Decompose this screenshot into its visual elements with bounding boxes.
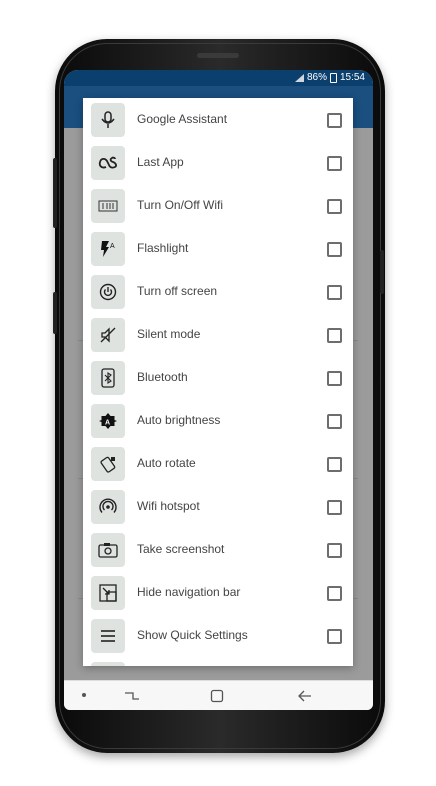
- list-item-silent-mode[interactable]: Silent mode: [83, 315, 353, 358]
- list-item-partial: [83, 659, 353, 666]
- navigation-bar: [64, 680, 373, 710]
- list-item-label: Bluetooth: [137, 370, 188, 384]
- hotspot-icon: [99, 498, 117, 513]
- checkbox[interactable]: [327, 199, 342, 214]
- svg-text:A: A: [105, 420, 110, 427]
- list-item-label: Hide navigation bar: [137, 585, 241, 599]
- checkbox[interactable]: [327, 156, 342, 171]
- auto-brightness-icon: A: [99, 413, 117, 429]
- checkbox[interactable]: [327, 457, 342, 472]
- list-item-label: Auto brightness: [137, 413, 221, 427]
- list-item-google-assistant[interactable]: Google Assistant: [83, 100, 353, 143]
- time: 15:54: [339, 72, 365, 83]
- checkbox[interactable]: [327, 586, 342, 601]
- list-item-label: Flashlight: [137, 241, 189, 255]
- microphone-icon: [101, 111, 115, 128]
- checkbox[interactable]: [327, 328, 342, 343]
- checkbox[interactable]: [327, 543, 342, 558]
- list-item-flashlight[interactable]: A Flashlight: [83, 229, 353, 272]
- power-icon: [99, 283, 117, 301]
- checkbox[interactable]: [327, 242, 342, 257]
- list-item-label: Turn off screen: [137, 284, 218, 298]
- list-item-wifi-toggle[interactable]: Turn On/Off Wifi: [83, 186, 353, 229]
- camera-icon: [98, 543, 118, 558]
- list-item-auto-brightness[interactable]: A Auto brightness: [83, 401, 353, 444]
- speaker-grille: [197, 53, 239, 58]
- power-button: [380, 250, 384, 294]
- list-item-label: Silent mode: [137, 327, 201, 341]
- list-item-label: Take screenshot: [137, 542, 225, 556]
- list-item-wifi-hotspot[interactable]: Wifi hotspot: [83, 487, 353, 530]
- battery-text: 86%: [306, 72, 327, 83]
- back-button[interactable]: [298, 690, 312, 702]
- screen: 86% 15:54 Google Assistant Last App Turn…: [64, 70, 373, 710]
- list-item-label: Google Assistant: [137, 112, 228, 126]
- recents-button[interactable]: [124, 690, 140, 702]
- checkbox[interactable]: [327, 500, 342, 515]
- menu-icon: [101, 630, 115, 642]
- list-item-bluetooth[interactable]: Bluetooth: [83, 358, 353, 401]
- list-item-label: Turn On/Off Wifi: [137, 198, 224, 212]
- list-item-label: Wifi hotspot: [137, 499, 200, 513]
- checkbox[interactable]: [327, 414, 342, 429]
- quick-action-dialog: Google Assistant Last App Turn On/Off Wi…: [83, 98, 353, 666]
- svg-text:A: A: [110, 243, 115, 250]
- checkbox[interactable]: [327, 371, 342, 386]
- bluetooth-icon: [101, 368, 115, 388]
- wifi-toggle-icon: [98, 200, 118, 212]
- hide-nav-icon: [99, 584, 117, 602]
- battery-icon: [329, 72, 337, 83]
- list-item-hide-navigation-bar[interactable]: Hide navigation bar: [83, 573, 353, 616]
- list-item-last-app[interactable]: Last App: [83, 143, 353, 186]
- flashlight-icon: A: [101, 241, 115, 257]
- checkbox[interactable]: [327, 113, 342, 128]
- signal-icon: [294, 73, 304, 82]
- list-item-label: Auto rotate: [137, 456, 196, 470]
- status-bar: 86% 15:54: [64, 70, 373, 86]
- home-button[interactable]: [210, 689, 224, 703]
- silent-icon: [100, 327, 116, 343]
- checkbox[interactable]: [327, 629, 342, 644]
- nav-dot-indicator: [82, 693, 86, 697]
- rotate-icon: [100, 456, 116, 473]
- bixby-button: [53, 292, 57, 334]
- list-item-turn-off-screen[interactable]: Turn off screen: [83, 272, 353, 315]
- list-item-auto-rotate[interactable]: Auto rotate: [83, 444, 353, 487]
- list-item-take-screenshot[interactable]: Take screenshot: [83, 530, 353, 573]
- list-item-show-quick-settings[interactable]: Show Quick Settings: [83, 616, 353, 659]
- list-item-label: Last App: [137, 155, 184, 169]
- checkbox[interactable]: [327, 285, 342, 300]
- volume-button: [53, 158, 57, 228]
- list-item-label: Show Quick Settings: [137, 628, 248, 642]
- lastfm-icon: [98, 156, 117, 169]
